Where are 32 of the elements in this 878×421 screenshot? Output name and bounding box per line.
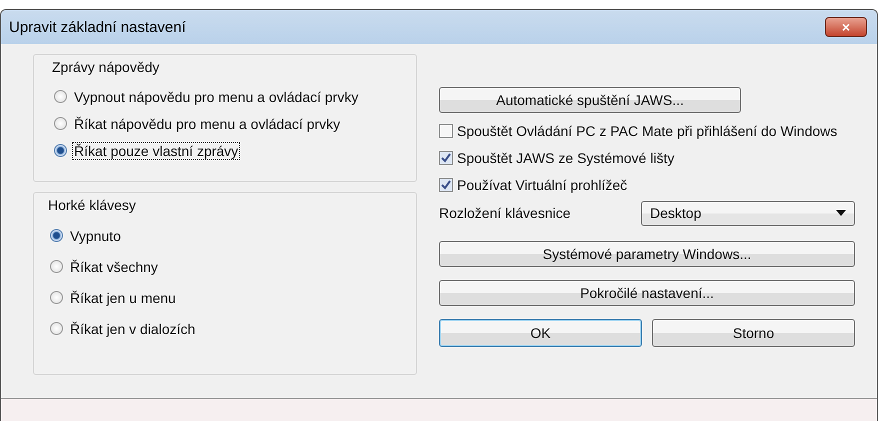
dropdown-value: Desktop: [650, 205, 702, 221]
radio-label[interactable]: Říkat pouze vlastní zprávy: [72, 142, 240, 160]
radio-label[interactable]: Říkat všechny: [68, 258, 160, 276]
group-title: Horké klávesy: [48, 197, 136, 213]
radio-button[interactable]: [54, 117, 67, 130]
checkbox-label[interactable]: Používat Virtuální prohlížeč: [457, 176, 628, 192]
button[interactable]: Pokročilé nastavení...: [439, 280, 855, 306]
radio-label[interactable]: Říkat jen v dialozích: [68, 320, 198, 338]
radio-label[interactable]: Vypnuto: [68, 226, 123, 244]
radio-label[interactable]: Vypnout nápovědu pro menu a ovládací prvky: [72, 88, 360, 106]
radio-button[interactable]: [50, 322, 63, 335]
button[interactable]: Automatické spuštění JAWS...: [439, 87, 741, 113]
button[interactable]: Systémové parametry Windows...: [439, 241, 855, 267]
radio-button[interactable]: [54, 90, 67, 103]
checkbox[interactable]: [439, 178, 453, 192]
window-title: Upravit základní nastavení: [9, 18, 186, 36]
radio-label[interactable]: Říkat jen u menu: [68, 288, 178, 306]
button[interactable]: OK: [439, 319, 642, 347]
checkbox-label[interactable]: Spouštět JAWS ze Systémové lišty: [457, 150, 674, 166]
radio-button[interactable]: [50, 229, 63, 242]
dropdown[interactable]: Desktop: [641, 200, 855, 226]
caret-icon: [836, 210, 846, 216]
group-title: Zprávy nápovědy: [52, 59, 160, 75]
checkbox[interactable]: [439, 124, 453, 138]
radio-button[interactable]: [54, 144, 67, 157]
checkbox[interactable]: [439, 150, 453, 164]
dropdown-label: Rozložení klávesnice: [439, 205, 571, 221]
radio-button[interactable]: [50, 260, 63, 273]
checkbox-label[interactable]: Spouštět Ovládání PC z PAC Mate při přihlášení do Windows: [457, 122, 838, 138]
radio-label[interactable]: Říkat nápovědu pro menu a ovládací prvky: [72, 114, 342, 132]
radio-button[interactable]: [50, 291, 63, 304]
button[interactable]: Storno: [652, 319, 855, 347]
